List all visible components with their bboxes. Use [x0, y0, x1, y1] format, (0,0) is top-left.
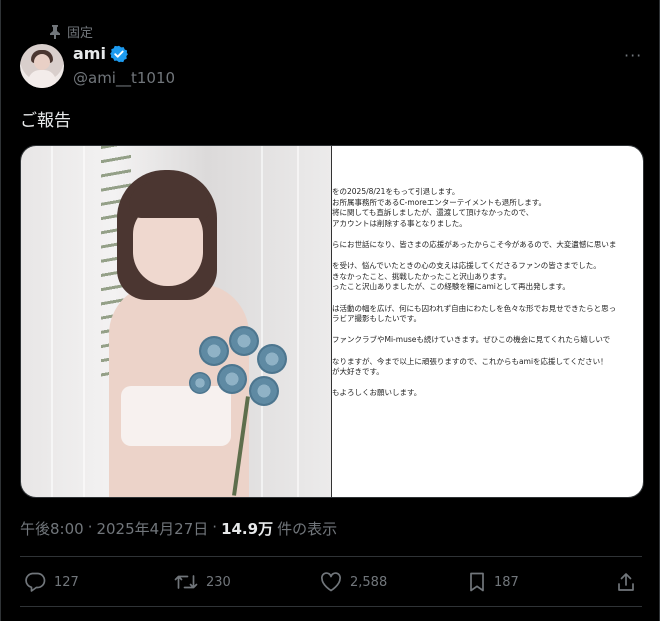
letter-line: らにお世話になり、皆さまの応援があったからこそ今があるので、大変遺憾に思いま: [332, 240, 617, 249]
bookmark-count: 187: [494, 574, 519, 590]
letter-line: アカウントは削除する事となりました。: [332, 218, 467, 228]
like-button[interactable]: 2,588: [320, 572, 387, 592]
verified-badge-icon[interactable]: [109, 45, 128, 63]
display-name[interactable]: ami: [73, 44, 106, 63]
letter-line: は活動の幅を広げ、何にも囚われず自由にわたしを色々な形でお見せできたらと思っ: [332, 303, 617, 313]
reply-icon: [24, 572, 46, 592]
media-grid: をの2025/8/21をもって引退します。 お所属事務所であるC-moreエンター…: [20, 145, 644, 498]
reply-button[interactable]: 127: [24, 572, 79, 592]
author-handle[interactable]: @ami__t1010: [73, 69, 175, 87]
share-button[interactable]: [616, 572, 636, 592]
like-count: 2,588: [350, 574, 388, 590]
left-border: [0, 0, 1, 621]
letter-line: を受け、悩んでいたときの心の支えは応援してくださるファンの皆さまでした。: [332, 261, 601, 271]
meta-separator: ·: [87, 518, 93, 536]
action-bar: 127 230 2,588 187: [0, 572, 660, 596]
view-count[interactable]: 14.9万: [221, 518, 273, 539]
letter-line: なりますが、今まで以上に頑張りますので、これからもamiを応援してください！: [332, 356, 608, 366]
share-icon: [616, 572, 636, 592]
heart-icon: [320, 572, 342, 592]
letter-line: お所属事務所であるC-moreエンターテイメントも退所します。: [332, 197, 547, 207]
reply-count: 127: [54, 574, 79, 590]
meta-separator: ·: [212, 518, 218, 536]
avatar[interactable]: [20, 44, 64, 88]
repost-icon: [174, 572, 198, 592]
view-count-label: 件の表示: [277, 520, 338, 538]
post-photo[interactable]: [21, 146, 331, 497]
letter-line: ったこと沢山ありましたが、この経験を糧にamiとして再出発します。: [332, 282, 570, 292]
letter-line: ファンクラブやMi-museも続けていきます。ぜひこの機会に見てくれたら嬉しいで: [332, 335, 611, 345]
divider: [20, 556, 642, 557]
post-date[interactable]: 2025年4月27日: [96, 518, 208, 539]
announcement-letter-image[interactable]: をの2025/8/21をもって引退します。 お所属事務所であるC-moreエンター…: [332, 146, 643, 497]
more-options-icon[interactable]: ···: [624, 46, 642, 65]
post-time[interactable]: 午後8:00: [20, 518, 84, 539]
author-name-row: ami: [73, 44, 128, 63]
letter-line: きなかったこと、挑戦したかったこと沢山あります。: [332, 271, 511, 281]
letter-line: もよろしくお願いします。: [332, 388, 422, 398]
letter-line: 将に関しても直訴しましたが、還渡して頂けなかったので、: [332, 208, 534, 218]
repost-count: 230: [206, 574, 231, 590]
letter-line: ラビア撮影もしたいです。: [332, 314, 422, 324]
post-text: ご報告: [20, 111, 71, 131]
divider: [20, 606, 642, 607]
letter-line: が大好きです。: [332, 367, 384, 377]
pinned-indicator: 固定: [49, 22, 93, 41]
pinned-label: 固定: [67, 26, 94, 41]
bookmark-button[interactable]: 187: [468, 572, 519, 592]
bookmark-icon: [468, 572, 486, 592]
letter-line: をの2025/8/21をもって引退します。: [332, 187, 460, 196]
pin-icon: [49, 24, 61, 39]
repost-button[interactable]: 230: [174, 572, 231, 592]
post-meta: 午後8:00 · 2025年4月27日 · 14.9万 件の表示: [20, 518, 337, 539]
